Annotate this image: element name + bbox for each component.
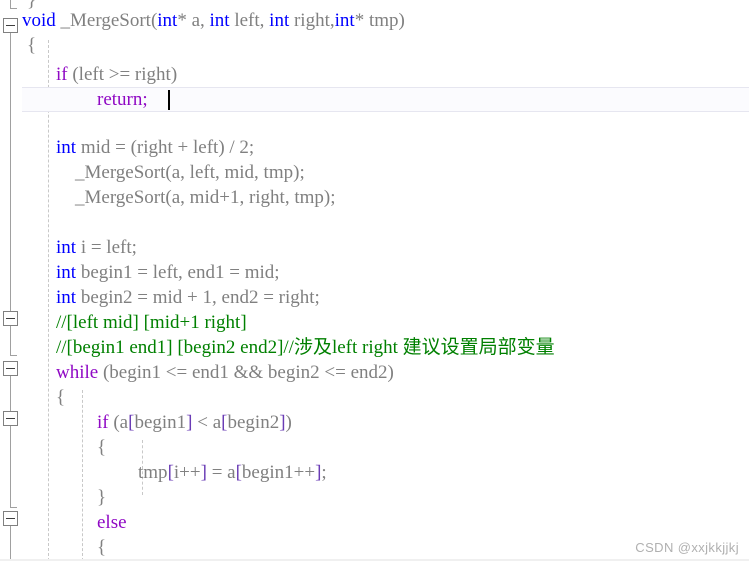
code-token-keyword-int: int — [157, 10, 178, 31]
code-token-index: i++ — [173, 462, 201, 483]
fold-end-top — [10, 8, 17, 9]
code-line[interactable]: int i = left; — [56, 235, 137, 260]
code-token-keyword-int: int — [56, 137, 77, 158]
code-line[interactable]: int mid = (right + left) / 2; — [56, 135, 254, 160]
code-token-comment: //[left mid] [mid+1 right] — [56, 312, 247, 333]
code-token-paren: ) — [285, 412, 292, 433]
code-line[interactable]: while (begin1 <= end1 && begin2 <= end2) — [56, 360, 394, 385]
code-token-keyword-return: return; — [97, 89, 148, 110]
code-editor[interactable]: } void _MergeSort(int* a, int left, int … — [0, 0, 749, 561]
code-token-keyword-else: else — [97, 512, 127, 533]
code-token-param-tmp: * tmp) — [354, 10, 405, 31]
code-line[interactable]: _MergeSort(a, left, mid, tmp); — [56, 160, 305, 185]
code-token-star: * a, — [177, 10, 210, 31]
code-token-expr: begin2 = mid + 1, end2 = right; — [76, 287, 320, 308]
code-token-keyword-void: void — [22, 10, 56, 31]
fold-marker-void-mergesort[interactable] — [3, 18, 18, 33]
code-token-paren: (a — [108, 412, 129, 433]
code-line-current[interactable]: return; — [97, 87, 148, 112]
code-line[interactable]: int begin2 = mid + 1, end2 = right; — [56, 285, 320, 310]
code-token-keyword-int: int — [56, 262, 77, 283]
code-token-brace: { — [27, 35, 37, 56]
code-line[interactable]: _MergeSort(a, mid+1, right, tmp); — [56, 185, 336, 210]
fold-marker-while-block[interactable] — [3, 361, 18, 376]
code-token-condition: (begin1 <= end1 && begin2 <= end2) — [98, 362, 394, 383]
indent-guide-level-2 — [82, 390, 83, 561]
code-line[interactable]: if (left >= right) — [56, 62, 177, 87]
code-token-op: < a — [192, 412, 222, 433]
code-token-keyword-int: int — [56, 287, 77, 308]
code-token-fn-name: _MergeSort — [55, 10, 151, 31]
code-token-brace: } — [97, 487, 107, 508]
code-token-expr: i = left; — [76, 237, 137, 258]
code-line[interactable]: void _MergeSort(int* a, int left, int ri… — [22, 8, 405, 33]
code-token-call: _MergeSort(a, mid+1, right, tmp); — [56, 187, 336, 208]
code-token-semicolon: ; — [321, 462, 327, 483]
fold-spine-if — [10, 426, 11, 508]
code-token-index: begin2 — [227, 412, 280, 433]
code-token-index: begin1 — [134, 412, 187, 433]
code-token-keyword-int: int — [334, 10, 355, 31]
fold-spine-else — [10, 526, 11, 561]
fold-spine-function — [10, 33, 11, 311]
text-caret — [168, 90, 170, 110]
code-token-param-left: left, — [229, 10, 270, 31]
fold-spine-comment — [10, 326, 11, 356]
code-token-brace: { — [97, 537, 107, 558]
editor-gutter[interactable] — [0, 0, 22, 561]
code-token-expr: begin1 = left, end1 = mid; — [76, 262, 280, 283]
code-token-comment: //[begin1 end1] [begin2 end2]//涉及left ri… — [56, 337, 555, 358]
fold-end-comment — [10, 355, 17, 356]
code-token-keyword-if: if — [97, 412, 109, 433]
code-line[interactable]: { — [97, 435, 106, 460]
code-line[interactable]: //[left mid] [mid+1 right] — [56, 310, 247, 335]
fold-marker-comment-block[interactable] — [3, 311, 18, 326]
indent-guide-level-1 — [48, 40, 49, 561]
code-token-param-right: right, — [289, 10, 335, 31]
fold-spine-while — [10, 376, 11, 411]
fold-marker-if-block[interactable] — [3, 411, 18, 426]
fold-marker-else-block[interactable] — [3, 511, 18, 526]
code-token-keyword-int: int — [56, 237, 77, 258]
code-token-keyword-int: int — [269, 10, 290, 31]
code-token-ident: tmp — [138, 462, 168, 483]
csdn-watermark: CSDN @xxjkkjjkj — [635, 540, 739, 555]
code-line[interactable]: if (a[begin1] < a[begin2]) — [97, 410, 292, 435]
fold-end-if — [10, 507, 17, 508]
code-token-brace: { — [56, 387, 66, 408]
code-token-keyword-int: int — [209, 10, 230, 31]
code-line[interactable]: { — [56, 385, 65, 410]
code-token-keyword-if: if — [56, 64, 68, 85]
code-token-expr: mid = (right + left) / 2; — [76, 137, 255, 158]
code-token-call: _MergeSort(a, left, mid, tmp); — [56, 162, 305, 183]
code-line[interactable]: else — [97, 510, 127, 535]
code-line[interactable]: { — [97, 535, 106, 560]
code-surface[interactable]: } void _MergeSort(int* a, int left, int … — [22, 0, 749, 561]
code-line[interactable]: int begin1 = left, end1 = mid; — [56, 260, 280, 285]
code-line[interactable]: tmp[i++] = a[begin1++]; — [138, 460, 327, 485]
code-token-brace: { — [97, 437, 107, 458]
code-line[interactable]: } — [97, 485, 106, 510]
code-line[interactable]: //[begin1 end1] [begin2 end2]//涉及left ri… — [56, 335, 555, 360]
code-line[interactable]: { — [27, 33, 36, 58]
code-token-op: = a — [206, 462, 236, 483]
code-token-index: begin1++ — [241, 462, 316, 483]
code-token-keyword-while: while — [56, 362, 99, 383]
code-token-condition: (left >= right) — [67, 64, 178, 85]
